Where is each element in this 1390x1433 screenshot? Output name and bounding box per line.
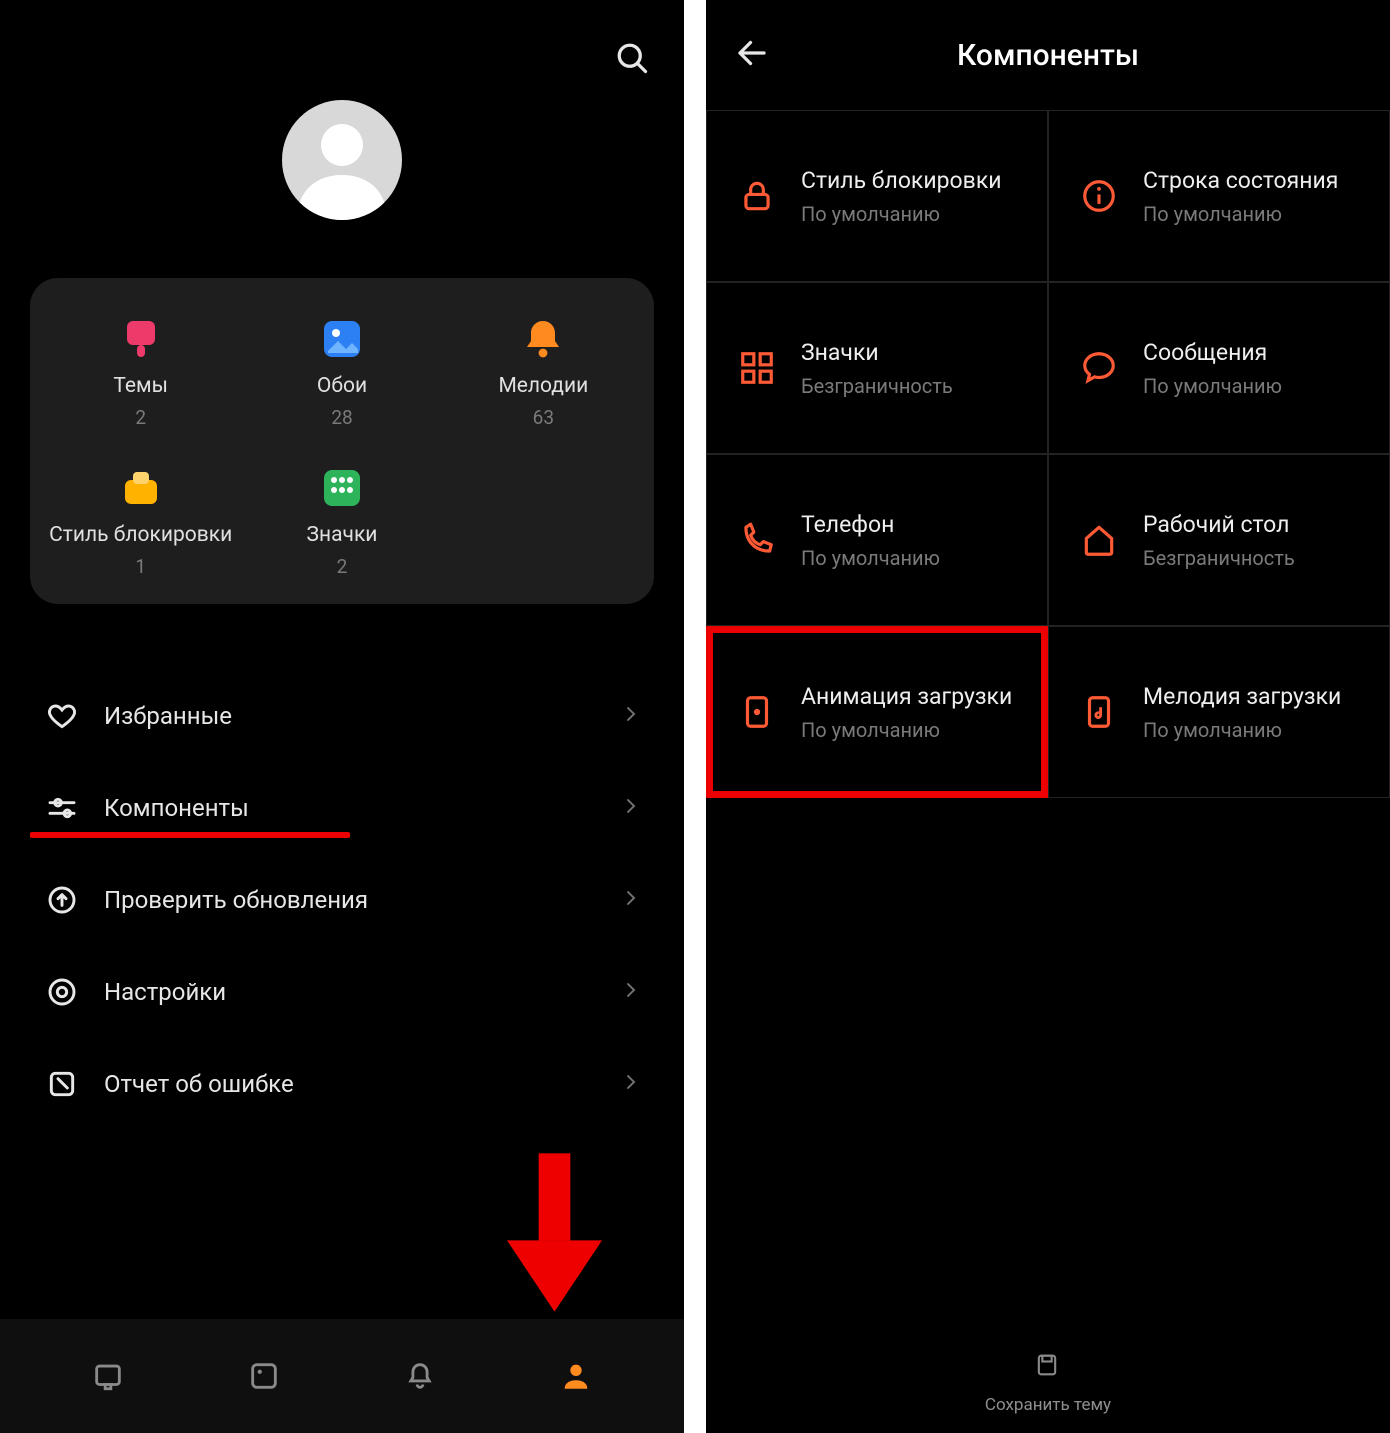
- menu-bug-report[interactable]: Отчет об ошибке: [44, 1038, 640, 1130]
- component-value: По умолчанию: [801, 718, 1012, 742]
- component-boot-sound[interactable]: Мелодия загрузки По умолчанию: [1048, 626, 1390, 798]
- lock-style-icon: [116, 463, 166, 513]
- tile-label: Стиль блокировки: [49, 523, 232, 547]
- component-value: По умолчанию: [801, 546, 940, 570]
- tile-themes[interactable]: Темы 2: [40, 314, 241, 429]
- component-value: По умолчанию: [1143, 374, 1282, 398]
- tile-label: Значки: [307, 523, 378, 547]
- chat-icon: [1077, 346, 1121, 390]
- annotation-arrow: [507, 1150, 602, 1319]
- nav-profile-icon: [559, 1359, 593, 1393]
- menu-label: Настройки: [104, 978, 598, 1006]
- nav-ringtones[interactable]: [400, 1356, 440, 1396]
- component-value: Безграничность: [1143, 546, 1295, 570]
- save-theme-button[interactable]: Сохранить тему: [706, 1351, 1390, 1415]
- component-value: По умолчанию: [1143, 202, 1338, 226]
- tile-icons[interactable]: Значки 2: [241, 463, 442, 578]
- update-icon: [44, 884, 80, 916]
- left-screen: Темы 2 Обои 28 Мелодии 63 Стиль блокиров…: [0, 0, 684, 1433]
- grid-icon: [735, 346, 779, 390]
- boot-anim-icon: [735, 690, 779, 734]
- component-home[interactable]: Рабочий стол Безграничность: [1048, 454, 1390, 626]
- nav-home[interactable]: [88, 1356, 128, 1396]
- tile-count: 2: [135, 406, 146, 429]
- search-button[interactable]: [614, 40, 650, 80]
- menu-check-updates[interactable]: Проверить обновления: [44, 854, 640, 946]
- tile-count: 63: [533, 406, 554, 429]
- info-icon: [1077, 174, 1121, 218]
- nav-profile[interactable]: [556, 1356, 596, 1396]
- tile-count: 1: [135, 555, 146, 578]
- nav-bell-icon: [403, 1359, 437, 1393]
- avatar[interactable]: [282, 100, 402, 220]
- chevron-right-icon: [622, 981, 640, 1003]
- header: Компоненты: [706, 0, 1390, 110]
- tile-ringtones[interactable]: Мелодии 63: [443, 314, 644, 429]
- component-title: Значки: [801, 339, 953, 366]
- component-value: По умолчанию: [801, 202, 1002, 226]
- icons-icon: [317, 463, 367, 513]
- ringtone-icon: [518, 314, 568, 364]
- menu-settings[interactable]: Настройки: [44, 946, 640, 1038]
- tile-count: 2: [337, 555, 348, 578]
- home-icon: [1077, 518, 1121, 562]
- tile-label: Обои: [317, 374, 367, 398]
- save-icon: [1033, 1351, 1063, 1381]
- component-boot-animation[interactable]: Анимация загрузки По умолчанию: [706, 626, 1048, 798]
- tile-label: Мелодии: [498, 374, 588, 398]
- tile-wallpapers[interactable]: Обои 28: [241, 314, 442, 429]
- search-icon: [614, 40, 650, 76]
- component-statusbar[interactable]: Строка состояния По умолчанию: [1048, 110, 1390, 282]
- component-title: Стиль блокировки: [801, 167, 1002, 194]
- menu-favorites[interactable]: Избранные: [44, 670, 640, 762]
- components-grid: Стиль блокировки По умолчанию Строка сост…: [706, 110, 1390, 798]
- menu-label: Отчет об ошибке: [104, 1070, 598, 1098]
- sliders-icon: [44, 792, 80, 824]
- chevron-right-icon: [622, 705, 640, 727]
- boot-sound-icon: [1077, 690, 1121, 734]
- menu-label: Избранные: [104, 702, 598, 730]
- component-title: Строка состояния: [1143, 167, 1338, 194]
- component-phone[interactable]: Телефон По умолчанию: [706, 454, 1048, 626]
- nav-wallpaper[interactable]: [244, 1356, 284, 1396]
- wallpaper-icon: [317, 314, 367, 364]
- component-title: Анимация загрузки: [801, 683, 1012, 710]
- menu-components[interactable]: Компоненты: [44, 762, 640, 854]
- chevron-right-icon: [622, 889, 640, 911]
- tile-label: Темы: [113, 374, 168, 398]
- menu-label: Компоненты: [104, 794, 598, 822]
- theme-icon: [116, 314, 166, 364]
- menu-label: Проверить обновления: [104, 886, 598, 914]
- component-value: Безграничность: [801, 374, 953, 398]
- page-title: Компоненты: [728, 38, 1368, 73]
- avatar-placeholder-icon: [282, 100, 402, 220]
- settings-menu: Избранные Компоненты Проверить обновлени…: [44, 670, 640, 1130]
- component-messages[interactable]: Сообщения По умолчанию: [1048, 282, 1390, 454]
- tile-count: 28: [331, 406, 352, 429]
- phone-icon: [735, 518, 779, 562]
- component-title: Мелодия загрузки: [1143, 683, 1341, 710]
- my-collection-card: Темы 2 Обои 28 Мелодии 63 Стиль блокиров…: [30, 278, 654, 604]
- heart-icon: [44, 700, 80, 732]
- nav-home-icon: [91, 1359, 125, 1393]
- back-arrow-icon: [734, 35, 770, 71]
- component-title: Рабочий стол: [1143, 511, 1295, 538]
- component-icons[interactable]: Значки Безграничность: [706, 282, 1048, 454]
- component-lock-style[interactable]: Стиль блокировки По умолчанию: [706, 110, 1048, 282]
- gear-icon: [44, 976, 80, 1008]
- bottom-nav: [0, 1319, 684, 1433]
- right-screen: Компоненты Стиль блокировки По умолчанию …: [706, 0, 1390, 1433]
- annotation-underline: [30, 832, 350, 838]
- chevron-right-icon: [622, 1073, 640, 1095]
- lock-icon: [735, 174, 779, 218]
- report-icon: [44, 1068, 80, 1100]
- nav-wallpaper-icon: [247, 1359, 281, 1393]
- save-label: Сохранить тему: [985, 1395, 1111, 1415]
- component-value: По умолчанию: [1143, 718, 1341, 742]
- component-title: Телефон: [801, 511, 940, 538]
- chevron-right-icon: [622, 797, 640, 819]
- back-button[interactable]: [734, 35, 770, 75]
- tile-lockstyle[interactable]: Стиль блокировки 1: [40, 463, 241, 578]
- component-title: Сообщения: [1143, 339, 1282, 366]
